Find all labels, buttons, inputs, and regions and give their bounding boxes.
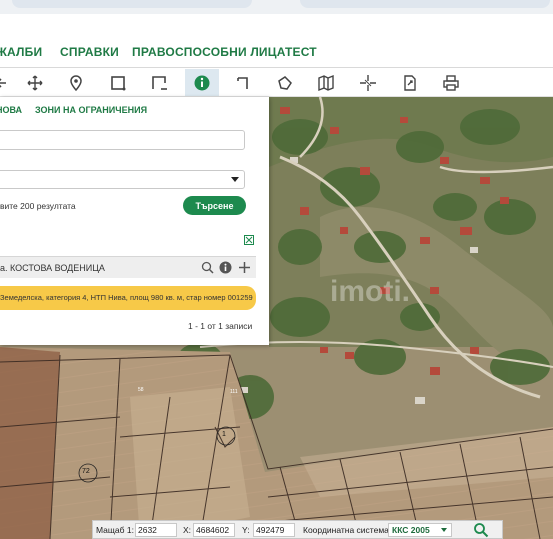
menu-item-references[interactable]: СПРАВКИ [60,45,119,59]
back-tool[interactable] [0,69,20,96]
browser-tab[interactable] [300,0,550,8]
result-row[interactable]: Земеделска, категория 4, НТП Нива, площ … [0,286,256,310]
scale-input[interactable]: 2632 [135,523,177,537]
info-icon [194,75,210,90]
tab-new[interactable]: НОВА [0,105,22,115]
parcel-label: 58 [138,387,144,393]
pan-tool[interactable] [18,69,52,96]
search-panel: НОВА ЗОНИ НА ОГРАНИЧЕНИЯ вите 200 резулт… [0,97,269,345]
zoom-area-tool[interactable] [142,69,176,96]
app-window: ЖАЛБИ СПРАВКИ ПРАВОСПОСОБНИ ЛИЦА ТЕСТ 1 … [0,0,553,539]
result-description: Земеделска, категория 4, НТП Нива, площ … [0,293,253,302]
result-title: а. КОСТОВА ВОДЕНИЦА [0,263,105,273]
menu-item-complaints[interactable]: ЖАЛБИ [0,45,42,59]
info-icon[interactable] [219,261,232,274]
main-menu: ЖАЛБИ СПРАВКИ ПРАВОСПОСОБНИ ЛИЦА ТЕСТ [0,14,553,68]
menu-item-licensed-persons[interactable]: ПРАВОСПОСОБНИ ЛИЦА [132,45,286,59]
tab-restriction-zones[interactable]: ЗОНИ НА ОГРАНИЧЕНИЯ [35,105,147,115]
plus-icon[interactable] [238,261,251,274]
search-select[interactable] [0,170,245,189]
top-tab-strip [0,0,553,14]
x-coordinate: 4684602 [193,523,235,537]
pan-icon [27,75,43,90]
status-bar: Мащаб 1: 2632 X: 4684602 Y: 492479 Коорд… [92,520,503,539]
select-rectangle-icon [111,75,126,90]
parcel-label: 1 [222,431,226,438]
scale-label: Мащаб 1: [96,525,134,535]
export-document-icon [404,74,416,91]
zoom-to-icon[interactable] [201,261,214,274]
print-tool[interactable] [434,69,468,96]
parcel-label: 72 [82,468,90,475]
measure-distance-tool[interactable] [226,69,260,96]
crosshair-icon [360,74,376,91]
info-tool[interactable] [185,69,219,96]
x-label: X: [183,525,192,535]
print-icon [443,74,459,91]
menu-item-test[interactable]: ТЕСТ [285,45,317,59]
measure-area-tool[interactable] [268,69,302,96]
y-coordinate: 492479 [253,523,295,537]
map-layers-icon [318,74,334,91]
coordinates-tool[interactable] [351,69,385,96]
expand-icon[interactable] [244,235,254,245]
pager-info: 1 - 1 от 1 записи [188,321,253,331]
watermark: imoti. [330,275,410,308]
layers-tool[interactable] [309,69,343,96]
y-label: Y: [242,525,250,535]
zoom-rectangle-icon [152,75,167,90]
measure-distance-icon [237,76,248,89]
chevron-down-icon [441,528,447,532]
parcel-label: 111 [230,389,238,395]
arrow-left-icon [0,77,6,88]
export-tool[interactable] [393,69,427,96]
crs-select[interactable]: ККС 2005 [388,523,452,537]
result-header: а. КОСТОВА ВОДЕНИЦА [0,256,256,278]
results-limit-hint: вите 200 резултата [0,201,76,211]
crs-label: Координатна система: [303,525,392,535]
search-icon[interactable] [473,522,489,538]
location-pin-icon [70,74,82,91]
location-tool[interactable] [59,69,93,96]
search-input[interactable] [0,130,245,150]
browser-tab[interactable] [12,0,252,8]
measure-area-icon [278,75,292,90]
crs-value: ККС 2005 [392,525,430,535]
select-tool[interactable] [101,69,135,96]
search-button[interactable]: Търсене [183,196,246,215]
map-toolbar [0,68,553,97]
chevron-down-icon [231,177,239,182]
